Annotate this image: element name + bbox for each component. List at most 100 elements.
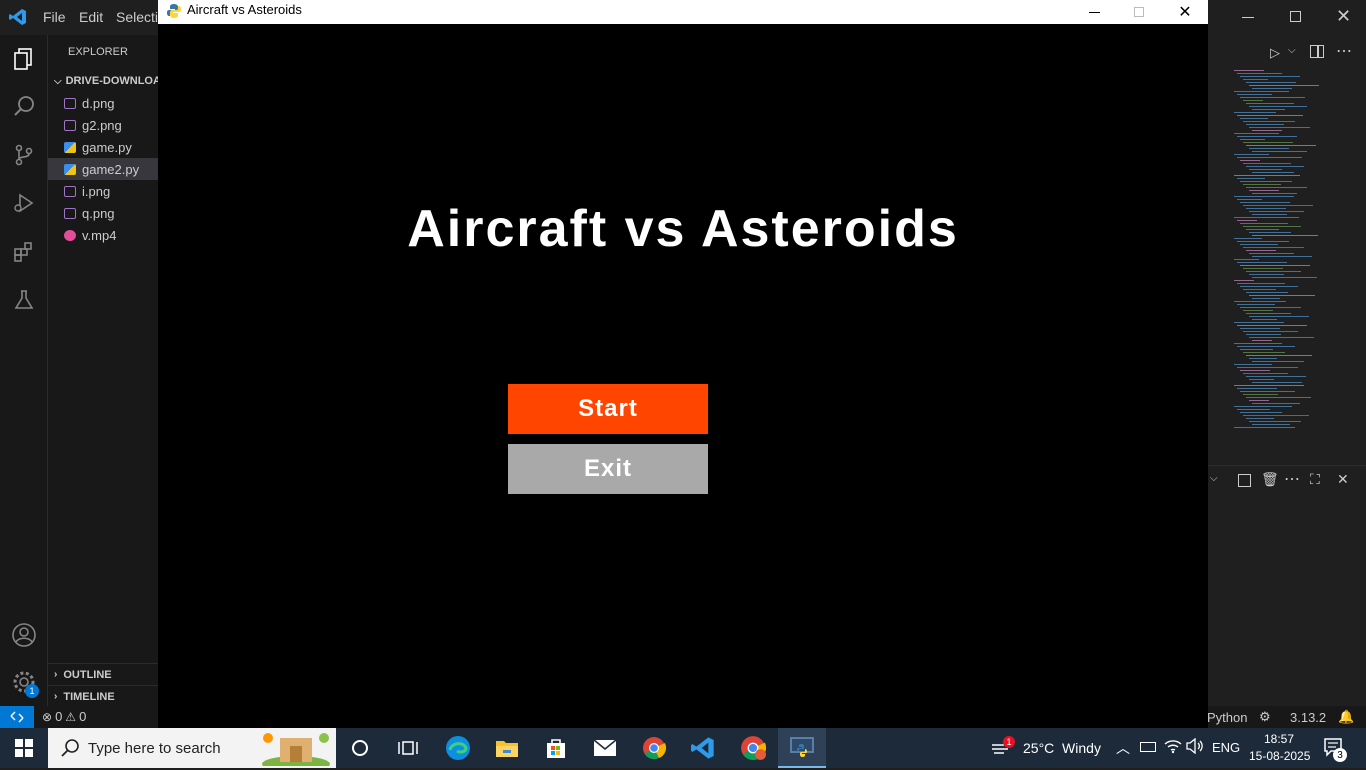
weather-text[interactable]: 25°C Windy <box>1023 740 1101 756</box>
volume-icon[interactable] <box>1186 737 1204 759</box>
minimap-line <box>1249 148 1289 149</box>
close-icon[interactable]: ✕ <box>1162 0 1208 24</box>
edge-browser-icon[interactable] <box>434 728 482 768</box>
battery-icon[interactable] <box>1140 742 1156 752</box>
file-item[interactable]: q.png <box>48 202 160 224</box>
input-language[interactable]: ENG <box>1212 740 1240 755</box>
folder-header[interactable]: ⌵ DRIVE-DOWNLOA <box>48 70 160 92</box>
minimap-line <box>1249 106 1307 107</box>
minimap-line <box>1249 379 1274 380</box>
minimap-line <box>1243 100 1263 101</box>
minimap-line <box>1243 394 1278 395</box>
problems-indicator[interactable]: ⊗ 0 ⚠ 0 <box>42 709 86 724</box>
minimap-line <box>1252 403 1300 404</box>
notifications-bell-icon[interactable]: 🔔 <box>1338 709 1354 725</box>
clock-time[interactable]: 18:57 <box>1264 732 1294 746</box>
file-item[interactable]: d.png <box>48 92 160 114</box>
minimize-icon[interactable] <box>1071 0 1117 24</box>
search-icon[interactable] <box>10 92 38 120</box>
file-explorer-icon[interactable] <box>483 728 531 768</box>
warning-icon: ⚠ <box>65 709 77 724</box>
testing-icon[interactable] <box>10 286 38 314</box>
minimap-line <box>1243 79 1268 80</box>
image-file-icon <box>64 185 76 197</box>
search-icon <box>60 738 80 762</box>
minimap-line <box>1234 91 1289 92</box>
minimap-line <box>1249 421 1301 422</box>
close-panel-icon[interactable]: ✕ <box>1337 471 1349 488</box>
minimap[interactable] <box>1234 70 1334 470</box>
language-mode[interactable]: Python <box>1207 710 1247 725</box>
file-item[interactable]: v.mp4 <box>48 224 160 246</box>
split-terminal-icon[interactable] <box>1238 474 1251 487</box>
mail-icon[interactable] <box>581 728 629 768</box>
file-name: game2.py <box>82 161 140 177</box>
minimap-line <box>1234 364 1272 365</box>
trash-icon[interactable]: 🗑 <box>1261 471 1279 488</box>
chevron-up-icon[interactable]: ︿ <box>1116 738 1130 758</box>
minimap-line <box>1237 178 1265 179</box>
chrome-icon[interactable] <box>630 728 678 768</box>
minimap-line <box>1237 136 1297 137</box>
minimap-line <box>1237 346 1295 347</box>
chevron-down-icon[interactable]: ⌵ <box>1210 473 1218 484</box>
cortana-icon[interactable] <box>336 728 384 768</box>
extensions-icon[interactable] <box>10 238 38 266</box>
close-icon[interactable]: ✕ <box>1336 6 1351 27</box>
minimap-line <box>1240 139 1265 140</box>
account-icon[interactable] <box>10 621 38 649</box>
restore-icon[interactable] <box>1290 11 1301 22</box>
python-file-icon <box>64 141 76 153</box>
minimap-line <box>1243 268 1283 269</box>
minimap-line <box>1240 412 1282 413</box>
minimap-line <box>1234 322 1284 323</box>
maximize-icon[interactable] <box>1116 0 1162 24</box>
minimap-line <box>1234 175 1300 176</box>
python-version[interactable]: 3.13.2 <box>1290 710 1326 725</box>
wifi-icon[interactable] <box>1164 738 1182 759</box>
microsoft-store-icon[interactable] <box>532 728 580 768</box>
more-actions-icon[interactable]: ⋯ <box>1284 469 1300 489</box>
exit-button[interactable]: Exit <box>508 444 708 494</box>
outline-section[interactable]: › OUTLINE <box>48 663 160 685</box>
windows-start-icon[interactable] <box>0 728 48 768</box>
task-view-icon[interactable] <box>384 728 432 768</box>
run-debug-icon[interactable] <box>10 189 38 217</box>
source-control-icon[interactable] <box>10 141 38 169</box>
menu-edit[interactable]: Edit <box>79 9 103 25</box>
start-button[interactable]: Start <box>508 384 708 434</box>
file-item[interactable]: g2.png <box>48 114 160 136</box>
maximize-panel-icon[interactable]: ⛶ <box>1310 471 1320 488</box>
python-env-icon[interactable]: ⚙ <box>1259 709 1271 725</box>
minimap-line <box>1234 427 1295 428</box>
minimize-icon[interactable] <box>1242 17 1254 18</box>
chevron-right-icon: › <box>54 669 58 680</box>
settings-gear-icon[interactable]: 1 <box>10 668 39 698</box>
image-file-icon <box>64 97 76 109</box>
file-item[interactable]: i.png <box>48 180 160 202</box>
minimap-line <box>1252 172 1294 173</box>
file-item[interactable]: game.py <box>48 136 160 158</box>
minimap-line <box>1234 217 1299 218</box>
clock-date[interactable]: 15-08-2025 <box>1249 749 1310 763</box>
menu-file[interactable]: File <box>43 9 66 25</box>
explorer-icon[interactable] <box>10 45 38 73</box>
python-taskbar-icon[interactable] <box>778 728 826 768</box>
taskbar-search[interactable]: Type here to search <box>48 728 336 770</box>
minimap-line <box>1252 298 1280 299</box>
vscode-taskbar-icon[interactable] <box>679 728 727 768</box>
minimap-line <box>1234 133 1279 134</box>
more-actions-icon[interactable]: ⋯ <box>1336 41 1352 61</box>
weather-badge: 1 <box>1003 736 1015 748</box>
timeline-section[interactable]: › TIMELINE <box>48 685 160 707</box>
chevron-down-icon[interactable]: ⌵ <box>1288 45 1296 56</box>
minimap-line <box>1237 199 1262 200</box>
run-icon[interactable]: ▷ <box>1270 45 1280 61</box>
chrome-profile-icon[interactable] <box>729 728 777 768</box>
remote-icon[interactable] <box>0 706 34 728</box>
explorer-sidebar: EXPLORER ⌵ DRIVE-DOWNLOA d.png g2.png game… <box>48 35 160 706</box>
minimap-line <box>1243 121 1295 122</box>
file-name: i.png <box>82 183 111 199</box>
minimap-line <box>1240 286 1298 287</box>
file-item[interactable]: game2.py <box>48 158 160 180</box>
